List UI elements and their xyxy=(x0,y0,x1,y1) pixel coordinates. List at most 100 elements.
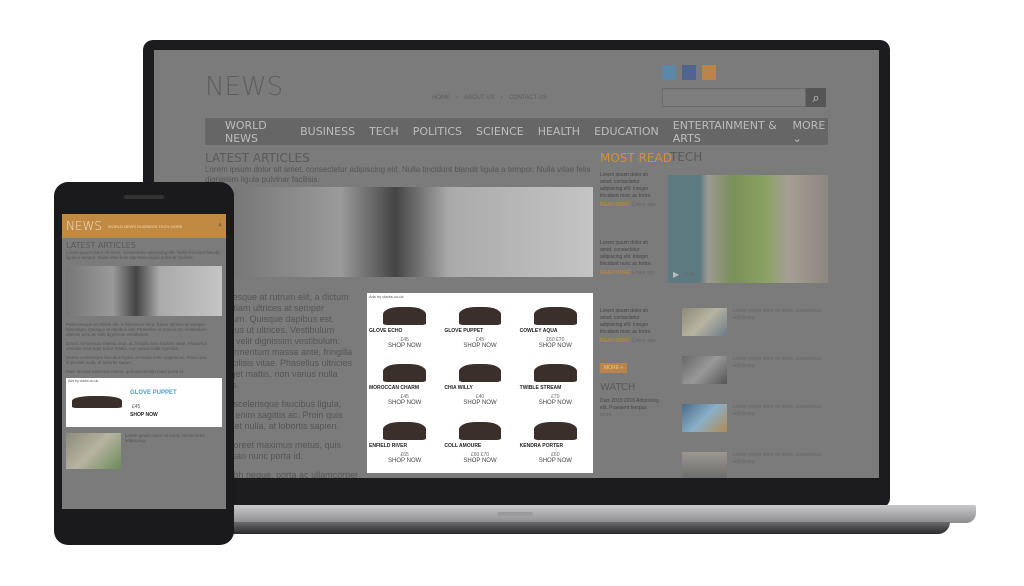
rss-icon[interactable] xyxy=(702,65,716,80)
shop-now-link[interactable]: SHOP NOW xyxy=(520,400,591,406)
time: 1 hour ago xyxy=(631,202,656,208)
nav-politics[interactable]: POLITICS xyxy=(413,125,462,138)
site-logo[interactable]: NEWS xyxy=(205,72,283,102)
shop-now-link[interactable]: SHOP NOW xyxy=(520,458,591,464)
shop-now-link[interactable]: SHOP NOW xyxy=(369,343,440,349)
most-read-list: Lorem ipsum dolor sit amet, consectetur … xyxy=(600,172,660,419)
watch-text: Duis 2015 2016 Adipiscing elit. Praesent… xyxy=(600,398,659,411)
shop-now-link[interactable]: SHOP NOW xyxy=(444,400,515,406)
product-image xyxy=(533,421,577,440)
nav-health[interactable]: HEALTH xyxy=(538,125,580,138)
search-input[interactable] xyxy=(662,88,806,107)
ad-product[interactable]: COWLEY AQUA £60 £70 SHOP NOW xyxy=(518,301,593,358)
shoe-ad[interactable]: Ads by clarks.co.uk GLOVE ECHO £45 SHOP … xyxy=(367,293,593,473)
ad-product[interactable]: TWIBLE STREAM £70 SHOP NOW xyxy=(518,358,593,415)
link-about[interactable]: ABOUT US xyxy=(464,95,495,101)
ad-label: Ads by clarks.co.uk xyxy=(68,379,99,383)
paragraph: Nam laoreet maximus metus, quis accumsan… xyxy=(66,369,185,374)
paragraph: Donec scelerisque faucibus ligula, at mo… xyxy=(66,355,207,365)
main-nav: WORLD NEWS BUSINESS TECH POLITICS SCIENC… xyxy=(205,118,828,145)
phone-nav[interactable]: WORLD NEWS BUSINESS TECH MORE xyxy=(108,224,182,229)
nav-business[interactable]: BUSINESS xyxy=(300,125,355,138)
item-text: Lorem ipsum dolor sit amet, consectetur … xyxy=(600,308,652,335)
ad-product[interactable]: ENFIELD RIVER £65 SHOP NOW xyxy=(367,416,442,473)
tech-item[interactable]: Lorem ipsum dolor sit amet, consectetur … xyxy=(682,452,832,478)
latest-intro: Lorem ipsum dolor sit amet, consectetur … xyxy=(205,165,591,184)
product-name: ENFIELD RIVER xyxy=(369,442,408,449)
product-name: KENDRA PORTER xyxy=(519,442,564,449)
product-image xyxy=(533,307,577,325)
watch-link[interactable]: more xyxy=(600,412,660,419)
ad-shop-now[interactable]: SHOP NOW xyxy=(130,412,158,418)
search-icon[interactable]: ⌕ xyxy=(806,88,826,107)
laptop-screen: NEWS HOME › ABOUT US › CONTACT US ⌕ WORLD … xyxy=(154,50,879,478)
item-text: Lorem ipsum dolor sit amet, consectetur … xyxy=(600,172,652,199)
product-image xyxy=(458,307,502,325)
phone-latest-title: LATEST ARTICLES xyxy=(66,241,136,250)
shop-now-link[interactable]: SHOP NOW xyxy=(369,400,440,406)
sep: › xyxy=(456,95,458,101)
ad-product[interactable]: KENDRA PORTER £60 SHOP NOW xyxy=(518,416,593,473)
time: 1 hour ago xyxy=(631,338,656,344)
play-icon[interactable]: ▶ xyxy=(673,270,679,279)
twitter-icon[interactable] xyxy=(662,65,676,80)
paragraph: Pellentesque at rutrum elit, a bibendum … xyxy=(66,322,207,337)
nav-education[interactable]: EDUCATION xyxy=(594,125,659,138)
product-name: TWIBLE STREAM xyxy=(519,385,562,392)
link-home[interactable]: HOME xyxy=(432,95,450,101)
facebook-icon[interactable] xyxy=(682,65,696,80)
ad-grid: GLOVE ECHO £45 SHOP NOW GLOVE PUPPET £45… xyxy=(367,301,593,473)
read-more-link[interactable]: READ MORE xyxy=(600,270,630,276)
ad-product[interactable]: GLOVE PUPPET £45 SHOP NOW xyxy=(442,301,517,358)
read-more-link[interactable]: READ MORE xyxy=(600,202,630,208)
product-image xyxy=(383,364,427,383)
tech-item[interactable]: Lorem ipsum dolor sit amet, consectetur … xyxy=(682,308,832,356)
nav-tech[interactable]: TECH xyxy=(369,125,399,138)
teaser-text: Lorem ipsum dolor sit amet, consectetur … xyxy=(124,433,205,443)
watch-title: WATCH xyxy=(600,382,636,393)
shop-now-link[interactable]: SHOP NOW xyxy=(444,343,515,349)
search-icon[interactable]: ⌕ xyxy=(218,222,222,230)
thumbnail xyxy=(682,308,728,336)
most-read-item[interactable]: Lorem ipsum dolor sit amet, consectetur … xyxy=(600,240,660,308)
nav-more[interactable]: MORE ⌄ xyxy=(793,119,828,145)
article-photo[interactable] xyxy=(233,187,593,277)
product-image xyxy=(458,364,502,383)
most-read-item[interactable]: Lorem ipsum dolor sit amet, consectetur … xyxy=(600,308,660,356)
phone-speaker xyxy=(124,195,164,199)
ad-product[interactable]: COLL AMOURE £60 £70 SHOP NOW xyxy=(442,416,517,473)
laptop-notch xyxy=(497,512,533,516)
shop-now-link[interactable]: SHOP NOW xyxy=(369,458,440,464)
top-links: HOME › ABOUT US › CONTACT US xyxy=(432,95,547,101)
ad-label: Ads by clarks.co.uk xyxy=(369,294,404,299)
ad-product[interactable]: CHIA WILLY £40 SHOP NOW xyxy=(442,358,517,415)
product-name: MOROCCAN CHARM xyxy=(369,385,419,392)
product-name: CHIA WILLY xyxy=(444,385,473,392)
nav-world-news[interactable]: WORLD NEWS xyxy=(225,119,286,145)
shop-now-link[interactable]: SHOP NOW xyxy=(444,458,515,464)
sep: › xyxy=(500,95,503,101)
phone-photo[interactable] xyxy=(66,266,222,316)
tech-video[interactable]: ▶ 0:40 xyxy=(668,175,828,283)
latest-title: LATEST ARTICLES xyxy=(205,151,310,165)
shop-now-link[interactable]: SHOP NOW xyxy=(520,343,591,349)
nav-science[interactable]: SCIENCE xyxy=(476,125,524,138)
most-read-item[interactable]: Lorem ipsum dolor sit amet, consectetur … xyxy=(600,172,660,240)
ad-product[interactable]: MOROCCAN CHARM £45 SHOP NOW xyxy=(367,358,442,415)
tech-item[interactable]: Lorem ipsum dolor sit amet, consectetur … xyxy=(682,404,832,452)
paragraph: Donec fermentum massa ante, ac fringilla… xyxy=(66,341,208,351)
phone-teaser[interactable]: Lorem ipsum dolor sit amet, consectetur … xyxy=(66,433,222,469)
phone-logo[interactable]: NEWS xyxy=(66,219,102,233)
more-button[interactable]: MORE » xyxy=(600,363,628,373)
tech-item[interactable]: Lorem ipsum dolor sit amet, consectetur … xyxy=(682,356,832,404)
tech-title: TECH xyxy=(670,150,703,164)
phone-screen: NEWS WORLD NEWS BUSINESS TECH MORE ⌕ LAT… xyxy=(62,214,226,509)
laptop-foot xyxy=(150,522,950,534)
phone-ad[interactable]: Ads by clarks.co.uk GLOVE PUPPET £45 SHO… xyxy=(66,378,222,427)
product-image xyxy=(383,421,427,440)
nav-entertainment[interactable]: ENTERTAINMENT & ARTS xyxy=(673,119,779,145)
link-contact[interactable]: CONTACT US xyxy=(509,95,547,101)
read-more-link[interactable]: READ MORE xyxy=(600,338,630,344)
ad-product-name[interactable]: GLOVE PUPPET xyxy=(130,390,177,396)
ad-product[interactable]: GLOVE ECHO £45 SHOP NOW xyxy=(367,301,442,358)
